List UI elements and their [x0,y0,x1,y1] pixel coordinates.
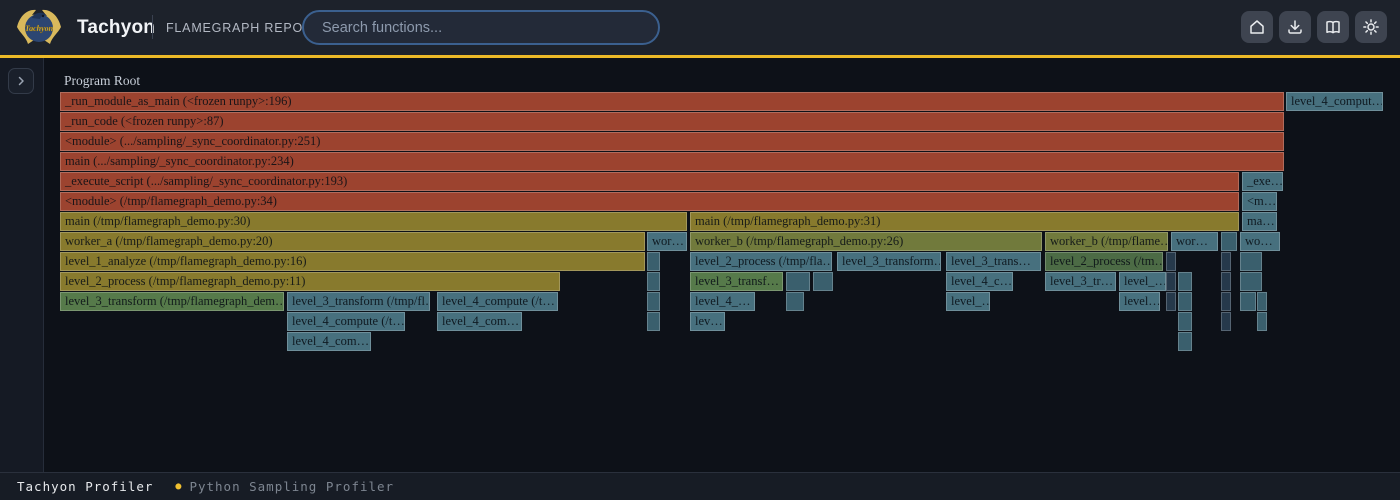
flame-bar[interactable]: wor… [1171,232,1218,251]
flame-bar[interactable]: _execute_script (.../sampling/_sync_coor… [60,172,1239,191]
sidebar-expand-button[interactable] [8,68,34,94]
flame-bar[interactable]: level_3_transform (/tmp/fl… [287,292,430,311]
flame-bar[interactable]: main (/tmp/flamegraph_demo.py:31) [690,212,1239,231]
flame-bar[interactable]: level_4_compute (/t… [437,292,558,311]
flame-bar[interactable]: level_4_c… [946,272,1013,291]
flame-bar[interactable]: worker_b (/tmp/flamegraph_demo.py:26) [690,232,1042,251]
flame-bar[interactable]: level_3_transf… [690,272,783,291]
flame-bar[interactable]: _run_code (<frozen runpy>:87) [60,112,1284,131]
flame-bar[interactable]: level_3_transform (/tmp/flamegraph_dem… [60,292,284,311]
flame-bar[interactable]: _run_module_as_main (<frozen runpy>:196) [60,92,1284,111]
search-input[interactable] [302,10,660,45]
flame-bar[interactable] [1221,232,1237,251]
flame-bar[interactable] [786,272,810,291]
flame-bar[interactable] [1240,292,1256,311]
flame-bar[interactable] [1221,292,1231,311]
flame-bar[interactable]: <module> (.../sampling/_sync_coordinator… [60,132,1284,151]
flame-bar[interactable] [786,292,804,311]
footer-app-name: Tachyon Profiler [17,479,153,494]
flame-bar[interactable] [1166,272,1176,291]
sun-icon [1362,18,1380,36]
header-divider [152,15,153,39]
flame-bar[interactable] [813,272,833,291]
flame-bar[interactable]: level_2_process (/tm… [1045,252,1163,271]
footer-subtitle: Python Sampling Profiler [189,479,394,494]
docs-button[interactable] [1317,11,1349,43]
flame-bar[interactable] [647,312,660,331]
home-icon [1248,18,1266,36]
flame-bar[interactable]: level_… [1119,272,1166,291]
app-logo: Tachyon [14,3,64,52]
header: Tachyon Tachyon FLAMEGRAPH REPORT [0,0,1400,55]
flame-bar[interactable]: level_… [946,292,990,311]
flame-bar[interactable]: <module> (/tmp/flamegraph_demo.py:34) [60,192,1239,211]
svg-text:Tachyon: Tachyon [25,24,54,33]
app-title: Tachyon [77,17,155,39]
book-icon [1324,18,1342,36]
flame-bar[interactable] [647,292,660,311]
flame-bar[interactable] [1178,292,1192,311]
flame-bar[interactable] [1166,252,1176,271]
flame-bar[interactable] [1257,312,1267,331]
flame-bar[interactable]: level_2_process (/tmp/flamegraph_demo.py… [60,272,560,291]
status-dot: ● [175,481,181,492]
flame-bar[interactable] [1178,332,1192,351]
theme-toggle-button[interactable] [1355,11,1387,43]
flame-bar[interactable]: level_4_com… [287,332,371,351]
flame-bar[interactable]: wo… [1240,232,1280,251]
flame-bar[interactable] [1178,312,1192,331]
flame-bar[interactable]: level_2_process (/tmp/fla… [690,252,832,271]
header-actions [1241,11,1387,43]
flame-bar[interactable]: ma… [1242,212,1277,231]
flame-bar[interactable]: level_4_comput… [1286,92,1383,111]
flame-bar[interactable]: level_4_compute (/t… [287,312,405,331]
flame-bar[interactable] [1240,272,1262,291]
search-box [302,10,660,45]
flame-bar[interactable] [1240,252,1262,271]
flame-bar[interactable]: level_3_tr… [1045,272,1116,291]
flame-bar[interactable] [1221,312,1231,331]
flame-bar[interactable]: level_4_… [690,292,755,311]
report-type-label: FLAMEGRAPH REPORT [166,21,321,35]
flame-bar[interactable] [1221,252,1231,271]
download-button[interactable] [1279,11,1311,43]
flame-bar[interactable] [1257,292,1267,311]
flame-bar[interactable] [1166,292,1176,311]
status-bar: Tachyon Profiler ● Python Sampling Profi… [0,472,1400,500]
flame-bar[interactable]: level_3_transform… [837,252,941,271]
flame-bar[interactable]: level… [1119,292,1160,311]
flame-bar[interactable]: worker_b (/tmp/flame… [1045,232,1168,251]
download-icon [1286,18,1304,36]
flame-bar[interactable] [1178,272,1192,291]
flame-bar[interactable]: <m… [1242,192,1277,211]
flame-bar[interactable]: worker_a (/tmp/flamegraph_demo.py:20) [60,232,645,251]
flamegraph: Program Root _run_module_as_main (<froze… [0,0,1400,500]
flame-bar[interactable]: main (.../sampling/_sync_coordinator.py:… [60,152,1284,171]
home-button[interactable] [1241,11,1273,43]
flame-bar[interactable]: level_3_trans… [946,252,1041,271]
flamegraph-root-label: Program Root [64,73,140,89]
accent-divider [0,55,1400,58]
flame-bar[interactable]: wor… [647,232,687,251]
flame-bar[interactable] [647,252,660,271]
flame-bar[interactable]: main (/tmp/flamegraph_demo.py:30) [60,212,687,231]
flame-bar[interactable]: level_1_analyze (/tmp/flamegraph_demo.py… [60,252,645,271]
flame-bar[interactable] [1221,272,1231,291]
app: Program Root _run_module_as_main (<froze… [0,0,1400,500]
flame-bar[interactable]: level_4_com… [437,312,522,331]
chevron-right-icon [15,75,27,87]
sidebar [0,58,44,472]
flame-bar[interactable]: _exe… [1242,172,1283,191]
flame-bar[interactable] [647,272,660,291]
flame-bar[interactable]: lev… [690,312,725,331]
